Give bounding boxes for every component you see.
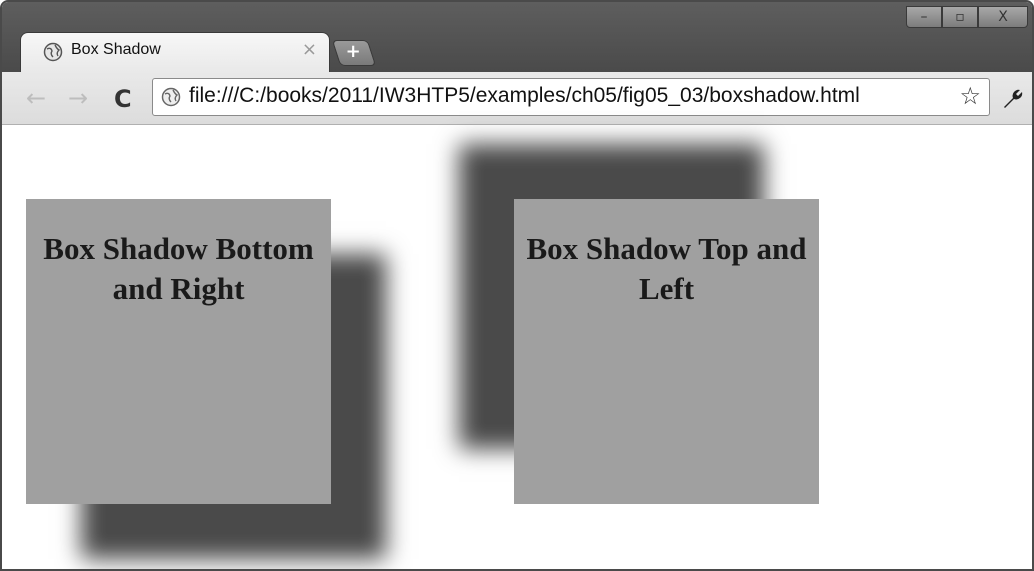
url-text: file:///C:/books/2011/IW3HTP5/examples/c… xyxy=(189,84,860,107)
close-button[interactable]: X xyxy=(978,6,1028,28)
reload-icon[interactable]: C xyxy=(114,85,132,113)
minimize-button[interactable]: – xyxy=(906,6,942,28)
address-bar[interactable]: file:///C:/books/2011/IW3HTP5/examples/c… xyxy=(152,78,990,116)
box-shadow-top-left: Box Shadow Top and Left xyxy=(514,199,819,504)
wrench-icon[interactable] xyxy=(1000,86,1026,112)
bookmark-star-icon[interactable]: ☆ xyxy=(959,82,981,110)
forward-arrow-icon[interactable]: → xyxy=(68,84,88,112)
tab-title: Box Shadow xyxy=(71,41,161,58)
new-tab-button[interactable]: + xyxy=(331,40,377,66)
globe-icon xyxy=(43,42,63,62)
page-content: Box Shadow Bottom and Right Box Shadow T… xyxy=(2,125,1032,569)
tab-close-icon[interactable]: × xyxy=(302,39,317,60)
title-bar: Box Shadow × + – ▫ X xyxy=(2,2,1032,72)
browser-toolbar: ← → C file:///C:/books/2011/IW3HTP5/exam… xyxy=(2,72,1032,125)
tab-box-shadow[interactable]: Box Shadow × xyxy=(20,32,330,72)
plus-icon: + xyxy=(346,41,362,62)
globe-icon xyxy=(161,87,181,107)
back-arrow-icon[interactable]: ← xyxy=(26,84,46,112)
browser-window: Box Shadow × + – ▫ X ← → C file:///C:/bo… xyxy=(0,0,1034,571)
box-shadow-bottom-right: Box Shadow Bottom and Right xyxy=(26,199,331,504)
maximize-button[interactable]: ▫ xyxy=(942,6,978,28)
window-controls: – ▫ X xyxy=(906,6,1028,28)
